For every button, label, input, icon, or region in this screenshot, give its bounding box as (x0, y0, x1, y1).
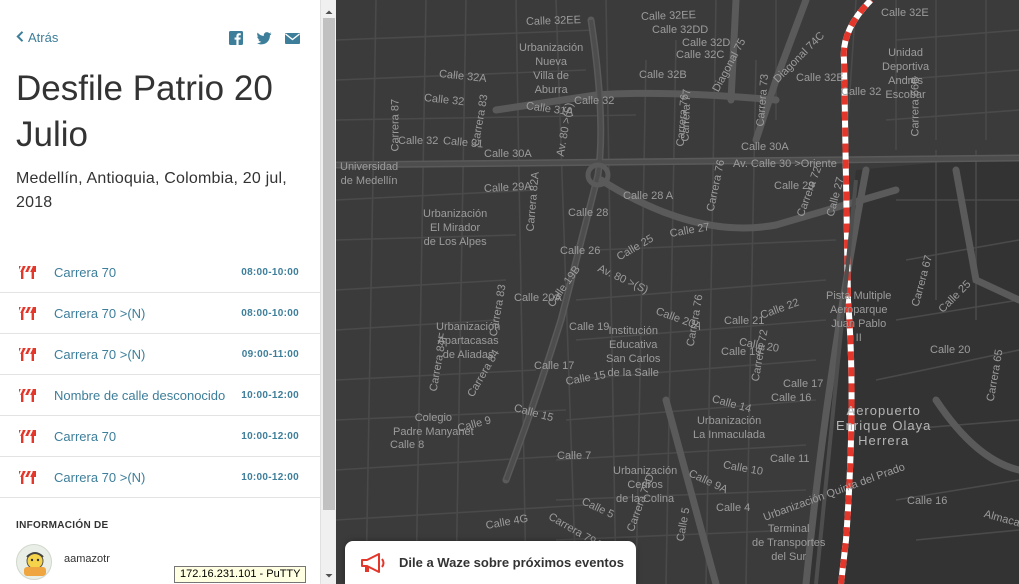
map-label: Calle 32C (676, 49, 725, 61)
twitter-icon[interactable] (257, 31, 272, 45)
share-icons (229, 31, 300, 45)
map-label: Institución Educativa San Carlos de la S… (606, 325, 661, 379)
schedule-street: Carrera 70 (54, 429, 117, 444)
road-closure-icon (18, 347, 37, 361)
sidebar-topbar: Atrás (0, 0, 320, 60)
map-label: Universidad de Medellín (340, 161, 399, 187)
scroll-up-arrow-icon[interactable] (321, 4, 337, 14)
schedule-time: 09:00-11:00 (241, 349, 299, 360)
tell-waze-upcoming-events-button[interactable]: Dile a Waze sobre próximos eventos (345, 541, 636, 584)
road-closure-icon (18, 306, 37, 320)
schedule-row[interactable]: Carrera 70 >(N) 10:00-12:00 (0, 457, 320, 498)
map-label: Calle 7 (557, 450, 592, 462)
road-closure-icon (18, 265, 37, 279)
map-label: Pista Multiple Aeroparque Juan Pablo II (826, 290, 892, 344)
schedule-time: 10:00-12:00 (241, 472, 299, 483)
schedule-time: 10:00-12:00 (241, 431, 299, 442)
map-label: Calle 8 (390, 439, 425, 451)
map-label: Calle 32EE (640, 9, 697, 23)
schedule-list: Carrera 70 08:00-10:00 Carrera 70 >(N) 0… (0, 252, 320, 498)
schedule-street: Carrera 70 >(N) (54, 470, 146, 485)
chevron-left-icon (16, 30, 24, 45)
sidebar-scrollbar[interactable] (320, 0, 336, 584)
author-name: aamazotr (64, 553, 110, 565)
map-label: Calle 4 (716, 502, 751, 514)
scrollbar-thumb[interactable] (323, 18, 335, 510)
map-label: Terminal de Transportes del Sur (752, 523, 826, 563)
schedule-row[interactable]: Nombre de calle desconocido 10:00-12:00 (0, 375, 320, 416)
map-label: Calle 30A (484, 148, 532, 160)
map-label: Calle 17 (783, 378, 824, 390)
map-label: Calle 28 A (623, 190, 674, 202)
map-label: Calle 32 (841, 86, 882, 98)
schedule-street: Nombre de calle desconocido (54, 388, 226, 403)
event-map[interactable]: Calle 32EE Calle 32EE Calle 32E Calle 32… (336, 0, 1019, 584)
schedule-time: 08:00-10:00 (241, 308, 299, 319)
schedule-row[interactable]: Carrera 70 10:00-12:00 (0, 416, 320, 457)
event-sidebar: Atrás Desfile Patrio 20 Julio Medellín, … (0, 0, 320, 584)
map-label: Calle 32E (881, 7, 929, 19)
schedule-street: Carrera 70 >(N) (54, 347, 146, 362)
cta-label: Dile a Waze sobre próximos eventos (399, 555, 624, 570)
back-label: Atrás (28, 30, 59, 45)
map-label: Calle 32E (796, 72, 844, 84)
map-label: Calle 28 (568, 207, 609, 219)
map-label: Calle 30A (741, 141, 789, 153)
scroll-down-arrow-icon[interactable] (321, 568, 337, 578)
info-heading: INFORMACIÓN DE (16, 520, 109, 531)
app-root: Atrás Desfile Patrio 20 Julio Medellín, … (0, 0, 1019, 584)
map-label: Calle 32 (398, 135, 439, 147)
map-label: Calle 17 (534, 360, 575, 372)
event-location-date: Medellín, Antioquia, Colombia, 20 jul, 2… (16, 170, 287, 211)
road-closure-icon (18, 388, 37, 402)
map-label: Calle 16 (771, 392, 812, 404)
map-label: Calle 20 (930, 344, 971, 356)
facebook-icon[interactable] (229, 31, 244, 45)
author-block[interactable]: aamazotr (16, 544, 110, 580)
map-label: Calle 11 (770, 453, 810, 465)
schedule-row[interactable]: Carrera 70 >(N) 09:00-11:00 (0, 334, 320, 375)
map-label: Aeropuerto Enrique Olaya Herrera (836, 403, 932, 448)
road-closure-icon (18, 470, 37, 484)
map-label: Calle 16 (907, 495, 948, 507)
road-closure-icon (18, 429, 37, 443)
map-label: Calle 32 (574, 95, 615, 107)
map-label: Calle 19 (569, 321, 610, 333)
map-label: Calle 21 (724, 315, 765, 327)
map-label: Urbanización El Mirador de Los Alpes (423, 208, 488, 248)
megaphone-icon (361, 552, 387, 573)
avatar (16, 544, 52, 580)
schedule-time: 08:00-10:00 (241, 267, 299, 278)
event-title: Desfile Patrio 20 Julio (16, 69, 273, 154)
schedule-street: Carrera 70 (54, 265, 117, 280)
schedule-row[interactable]: Carrera 70 >(N) 08:00-10:00 (0, 293, 320, 334)
map-label: Urbanización La Inmaculada (693, 415, 766, 441)
map-label: Carrera 66B (909, 76, 922, 137)
taskbar-tooltip: 172.16.231.101 - PuTTY (174, 566, 307, 583)
map-label: Calle 32EE (525, 14, 582, 28)
map-label: Calle 32B (639, 69, 687, 81)
map-label: Calle 26 (560, 245, 601, 257)
schedule-time: 10:00-12:00 (241, 390, 299, 401)
schedule-street: Carrera 70 >(N) (54, 306, 146, 321)
map-label: Carrera 77 (679, 88, 694, 142)
map-label: Calle 29A (483, 180, 532, 195)
map-label: Urbanización Nueva Villa de Aburra (519, 42, 584, 96)
map-label: Calle 32DD (652, 24, 709, 36)
back-link[interactable]: Atrás (16, 30, 58, 45)
schedule-row[interactable]: Carrera 70 08:00-10:00 (0, 252, 320, 293)
map-label: Carrera 87 (389, 98, 402, 152)
email-icon[interactable] (285, 31, 300, 45)
